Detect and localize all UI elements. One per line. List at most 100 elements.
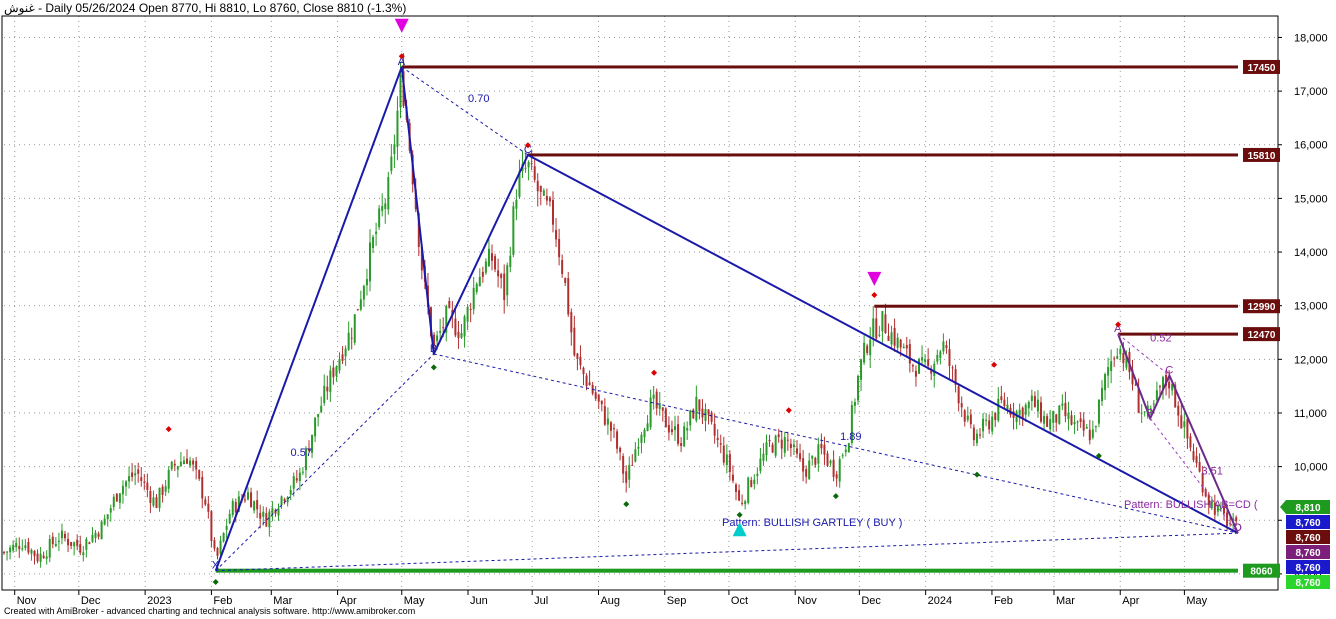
candle-body (466, 306, 469, 322)
candle-body (905, 345, 908, 349)
candle-body (985, 419, 988, 421)
candle-body (79, 543, 82, 553)
candle-body (829, 460, 832, 464)
candle-body (387, 176, 390, 210)
candle-body (924, 359, 927, 362)
candle-body (759, 458, 762, 472)
candle-body (149, 490, 152, 504)
candle-body (603, 406, 606, 425)
candle-body (1055, 414, 1058, 423)
candle-body (576, 353, 579, 359)
candle-body (457, 331, 460, 339)
candle-body (112, 496, 115, 508)
candle-body (436, 335, 439, 342)
candle-body (225, 525, 228, 531)
candle-body (487, 248, 490, 267)
candle-body (918, 358, 920, 374)
y-tick-label: 14,000 (1294, 247, 1328, 259)
candle-body (475, 283, 478, 292)
candle-body (1073, 421, 1076, 425)
candle-body (631, 464, 634, 466)
candle-body (250, 492, 253, 508)
candle-body (796, 448, 798, 454)
candle-body (399, 75, 402, 108)
candle-body (201, 477, 204, 499)
candle-body (125, 481, 127, 487)
candle-body (262, 511, 265, 517)
candle-body (469, 308, 472, 310)
swing-high-marker (871, 291, 878, 298)
candle-body (1052, 410, 1055, 423)
candle-body (878, 334, 881, 336)
candle-body (683, 426, 686, 447)
candle-body (512, 206, 515, 255)
candle-body (539, 185, 542, 192)
candle-body (988, 420, 991, 430)
candle-body (567, 278, 570, 315)
candle-body (362, 285, 365, 300)
candle-body (301, 471, 304, 473)
candle-body (841, 455, 844, 457)
candle-body (314, 417, 317, 437)
candle-body (344, 348, 347, 357)
candle-body (558, 238, 561, 258)
candle-body (463, 316, 466, 337)
y-tick-label: 13,000 (1294, 301, 1328, 313)
x-tick-label: Apr (1122, 595, 1139, 607)
candle-body (173, 463, 176, 466)
resistance-line-label: 12470 (1248, 330, 1276, 341)
candle-body (295, 478, 298, 481)
candle-body (60, 530, 63, 539)
candle-body (771, 444, 774, 453)
candle-body (152, 497, 155, 506)
candle-body (338, 358, 341, 371)
candle-body (1003, 399, 1006, 407)
candle-body (1033, 396, 1036, 408)
candle-body (158, 487, 161, 508)
candle-body (667, 424, 670, 433)
candle-body (320, 405, 323, 413)
candle-body (747, 477, 750, 503)
candle-body (1027, 401, 1030, 409)
candle-body (494, 256, 497, 270)
candle-body (390, 156, 393, 171)
candle-body (655, 391, 658, 409)
candle-body (838, 458, 841, 482)
candle-body (491, 253, 493, 261)
pattern-ac-line (401, 66, 529, 156)
candle-body (710, 412, 713, 422)
chart-footer: Created with AmiBroker - advanced charti… (4, 606, 416, 616)
candle-body (963, 410, 966, 422)
price-chart[interactable]: 18,000 17,000 16,000 15,000 14,000 13,000 12,0… (0, 0, 1336, 619)
candle-body (835, 474, 838, 479)
candle-body (268, 511, 271, 528)
candle-body (774, 435, 777, 456)
candle-body (359, 299, 362, 310)
candle-body (189, 460, 192, 466)
candle-body (1076, 421, 1079, 423)
resistance-line-label: 17450 (1248, 63, 1276, 74)
candle-body (1158, 386, 1161, 388)
candle-body (579, 356, 582, 366)
candle-body (54, 543, 57, 546)
price-tag-label: 8,760 (1295, 563, 1320, 574)
pattern2-ratio-label: 3.51 (1202, 466, 1223, 478)
candle-body (106, 514, 109, 520)
candle-body (869, 339, 872, 356)
candle-body (670, 429, 673, 433)
candle-body (561, 259, 564, 275)
candle-body (9, 547, 12, 553)
candle-body (933, 363, 936, 376)
candle-body (756, 473, 759, 477)
candle-body (542, 190, 545, 196)
candle-body (1235, 517, 1238, 522)
candle-body (1152, 403, 1155, 405)
candle-body (722, 445, 725, 463)
candle-body (137, 469, 140, 474)
candle-body (121, 485, 124, 495)
candle-body (1113, 358, 1116, 360)
candle-body (131, 472, 134, 477)
swing-low-marker (832, 493, 839, 500)
resistance-line-label: 15810 (1248, 151, 1276, 162)
candle-body (271, 507, 274, 515)
